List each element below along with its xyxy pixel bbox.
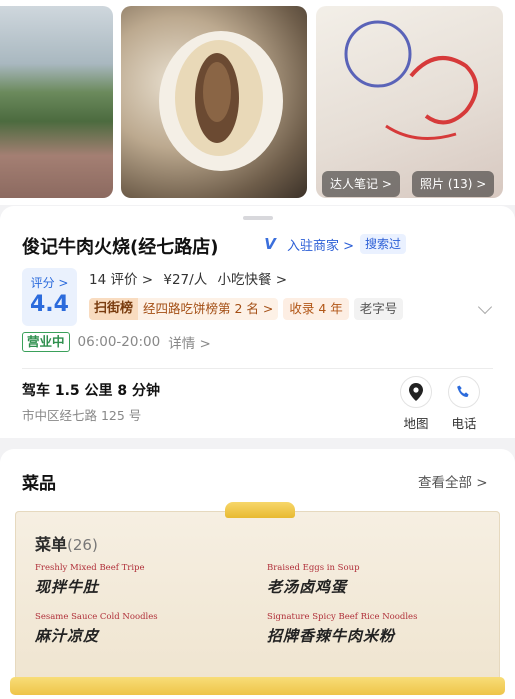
shop-tags-row: 扫街榜 经四路吃饼榜第 2 名 > 收录 4 年 老字号 xyxy=(89,298,404,320)
searched-tag: 搜索过 xyxy=(360,234,407,254)
expand-chevron-down-icon[interactable] xyxy=(477,299,493,315)
menu-item-english: Braised Eggs in Soup xyxy=(267,563,360,573)
photo-packaging[interactable] xyxy=(316,6,503,198)
call-button[interactable]: 电话 xyxy=(444,376,484,432)
menu-item-chinese: 麻汁凉皮 xyxy=(35,627,100,645)
verified-merchant[interactable]: V 入驻商家 > 搜索过 xyxy=(259,233,407,255)
drive-distance: 驾车 1.5 公里 8 分钟 xyxy=(22,383,161,399)
packaging-illustration xyxy=(344,20,478,140)
business-hours: 06:00-20:00 xyxy=(77,334,161,350)
menu-board[interactable]: 菜单(26) Freshly Mixed Beef Tripe 现拌牛肚 Bra… xyxy=(10,502,505,695)
phone-icon xyxy=(448,376,480,408)
photos-count-button[interactable]: 照片 (13) > xyxy=(412,171,495,197)
price-per-person: ¥27/人 xyxy=(163,272,208,288)
menu-heading: 菜单(26) xyxy=(35,531,98,555)
verified-v-icon: V xyxy=(264,235,276,253)
reviews-link[interactable]: 14 评价 > xyxy=(89,272,153,288)
hours-details-link[interactable]: 详情 > xyxy=(168,332,211,352)
category-link[interactable]: 小吃快餐 > xyxy=(218,272,288,288)
map-label: 地图 xyxy=(403,416,429,431)
verified-label[interactable]: 入驻商家 > xyxy=(287,235,354,254)
clipboard-clip xyxy=(225,502,295,518)
menu-item[interactable]: Braised Eggs in Soup 老汤卤鸡蛋 xyxy=(267,563,360,597)
expert-notes-button[interactable]: 达人笔记 > xyxy=(322,171,400,197)
shop-name: 俊记牛肉火烧(经七路店) xyxy=(22,237,219,258)
food-illustration xyxy=(159,31,283,171)
shop-detail-screen: 达人笔记 > 照片 (13) > 俊记牛肉火烧(经七路店) V 入驻商家 > 搜… xyxy=(0,0,515,699)
menu-count: (26) xyxy=(67,536,98,554)
photo-food[interactable] xyxy=(121,6,307,198)
divider xyxy=(22,368,493,369)
drag-handle[interactable] xyxy=(243,216,273,220)
menu-item-english: Freshly Mixed Beef Tripe xyxy=(35,563,145,573)
rating-label: 评分 > xyxy=(30,276,69,290)
dishes-section: 菜品 查看全部 > 菜单(26) Freshly Mixed Beef Trip… xyxy=(0,449,515,699)
ranking-tag[interactable]: 扫街榜 经四路吃饼榜第 2 名 > xyxy=(89,298,279,320)
menu-item-chinese: 老汤卤鸡蛋 xyxy=(267,578,348,596)
menu-item[interactable]: Freshly Mixed Beef Tripe 现拌牛肚 xyxy=(35,563,145,597)
shop-meta-row: 14 评价 > ¥27/人 小吃快餐 > xyxy=(89,268,293,288)
map-button[interactable]: 地图 xyxy=(396,376,436,432)
dishes-title: 菜品 xyxy=(22,474,56,494)
menu-title: 菜单 xyxy=(35,535,68,554)
old-brand-tag: 老字号 xyxy=(353,298,404,320)
business-hours-row[interactable]: 营业中 06:00-20:00 详情 > xyxy=(22,332,211,352)
map-pin-icon xyxy=(400,376,432,408)
call-label: 电话 xyxy=(451,416,477,431)
ranking-logo: 扫街榜 xyxy=(89,298,139,320)
see-all-dishes-link[interactable]: 查看全部 > xyxy=(418,471,488,491)
rating-value: 4.4 xyxy=(30,292,69,317)
shop-info-card: 俊记牛肉火烧(经七路店) V 入驻商家 > 搜索过 评分 > 4.4 14 评价… xyxy=(0,206,515,438)
menu-board-bottom-bar xyxy=(10,677,505,695)
photo-street[interactable] xyxy=(0,6,113,198)
menu-item[interactable]: Signature Spicy Beef Rice Noodles 招牌香辣牛肉… xyxy=(267,612,417,646)
menu-item-chinese: 招牌香辣牛肉米粉 xyxy=(267,627,396,645)
shop-address[interactable]: 市中区经七路 125 号 xyxy=(22,405,141,424)
ranking-text: 经四路吃饼榜第 2 名 > xyxy=(143,301,274,316)
menu-item-english: Signature Spicy Beef Rice Noodles xyxy=(267,612,418,622)
rating-box[interactable]: 评分 > 4.4 xyxy=(22,268,77,326)
menu-item-english: Sesame Sauce Cold Noodles xyxy=(35,612,158,622)
open-status-badge: 营业中 xyxy=(22,332,70,352)
menu-item[interactable]: Sesame Sauce Cold Noodles 麻汁凉皮 xyxy=(35,612,158,646)
collected-years-tag: 收录 4 年 xyxy=(283,298,349,320)
photo-strip[interactable]: 达人笔记 > 照片 (13) > xyxy=(0,0,515,205)
menu-item-chinese: 现拌牛肚 xyxy=(35,578,100,596)
